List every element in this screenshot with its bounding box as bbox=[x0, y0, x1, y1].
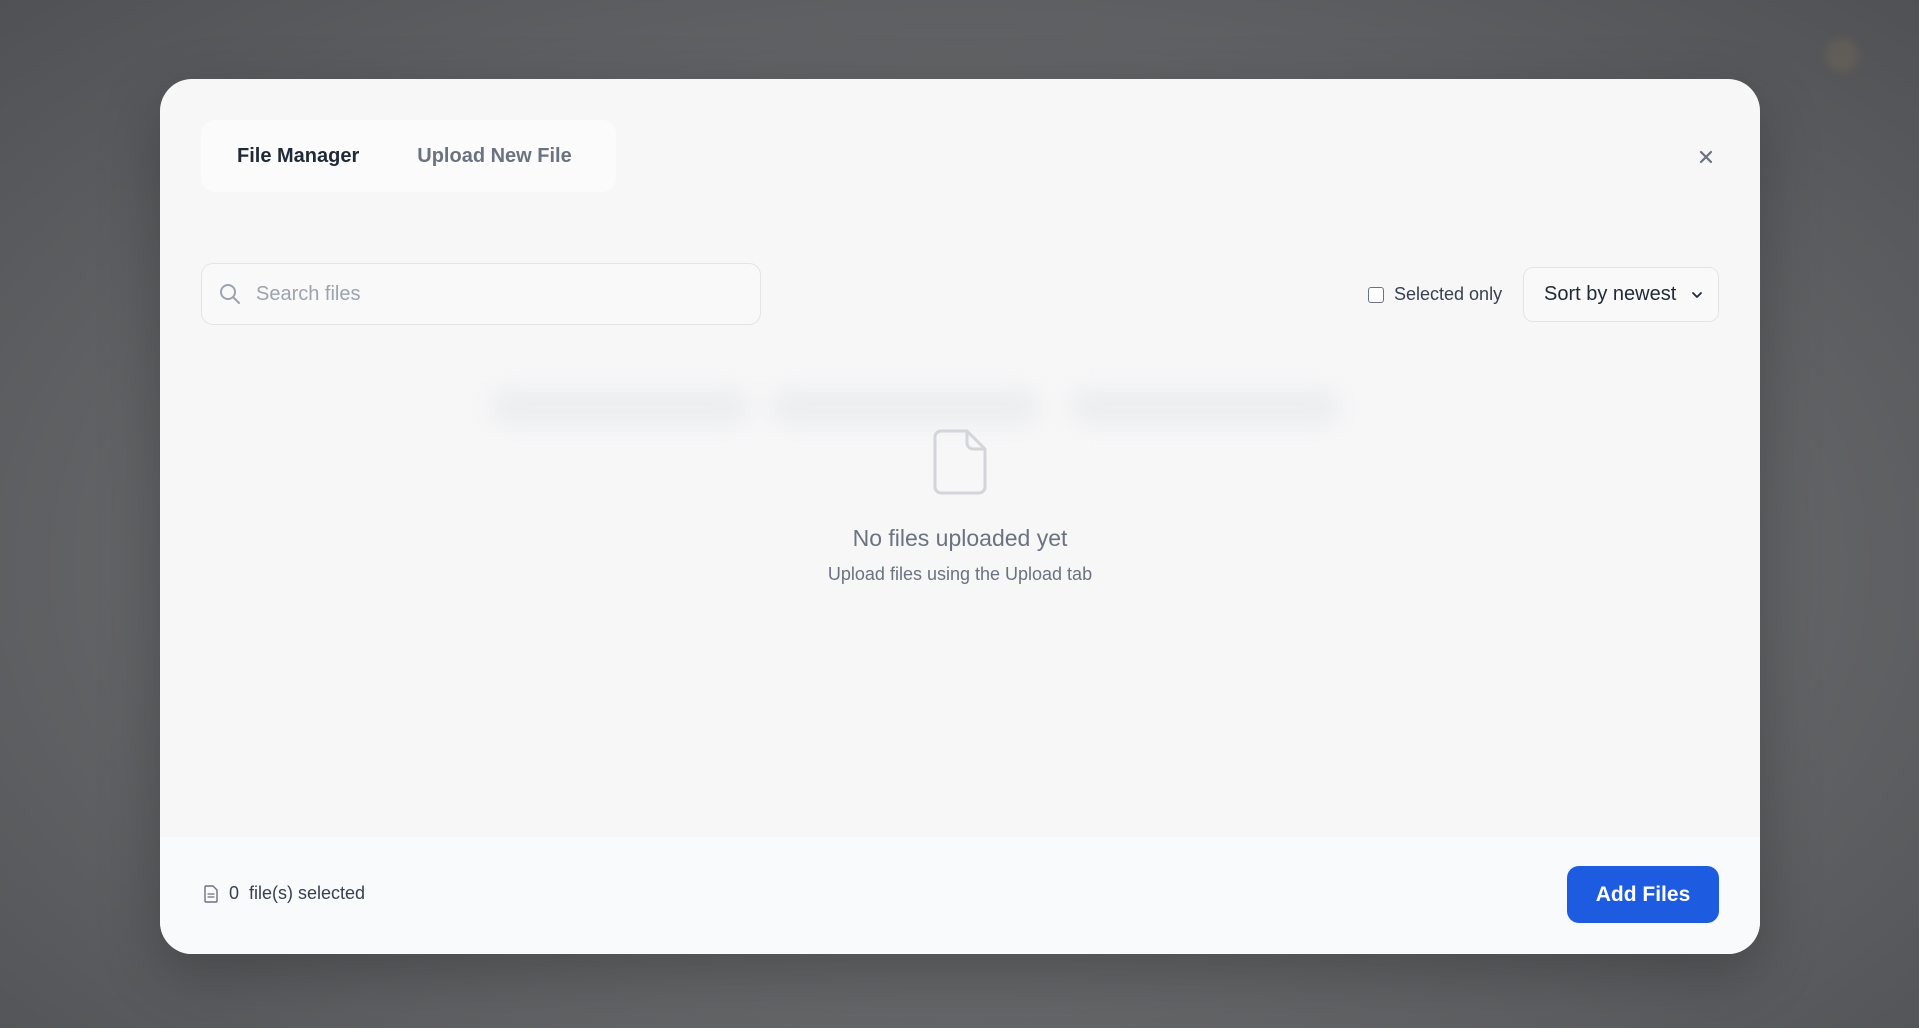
document-icon bbox=[204, 884, 218, 903]
tab-upload-new-file[interactable]: Upload New File bbox=[395, 135, 593, 178]
file-manager-modal: File Manager Upload New File Selected on… bbox=[160, 79, 1760, 954]
sort-select-value: Sort by newest bbox=[1544, 283, 1677, 305]
empty-state-title: No files uploaded yet bbox=[852, 525, 1068, 551]
close-icon bbox=[1699, 150, 1713, 164]
add-files-button[interactable]: Add Files bbox=[1567, 866, 1719, 923]
search-icon bbox=[220, 284, 240, 304]
empty-state-subtitle: Upload files using the Upload tab bbox=[827, 564, 1093, 584]
background-blur-shape bbox=[1070, 389, 1340, 425]
sort-select[interactable]: Sort by newest bbox=[1523, 267, 1719, 322]
background-blur-shape bbox=[490, 389, 750, 425]
file-icon bbox=[933, 429, 987, 495]
selected-count: 0 file(s) selected bbox=[203, 883, 365, 904]
search-input[interactable] bbox=[254, 281, 738, 307]
tab-file-manager[interactable]: File Manager bbox=[215, 135, 381, 178]
search-box bbox=[201, 263, 761, 325]
chevron-down-icon bbox=[1692, 291, 1702, 298]
selected-only-filter[interactable]: Selected only bbox=[1368, 284, 1502, 305]
background-blur-shape bbox=[770, 389, 1040, 425]
backdrop-decoration bbox=[1825, 38, 1859, 72]
selected-count-number: 0 bbox=[229, 883, 240, 903]
modal-tabs: File Manager Upload New File bbox=[201, 120, 616, 192]
selected-count-label: file(s) selected bbox=[249, 883, 366, 903]
close-button[interactable] bbox=[1692, 143, 1720, 171]
selected-only-checkbox[interactable] bbox=[1368, 286, 1384, 303]
empty-state: No files uploaded yet Upload files using… bbox=[160, 429, 1760, 585]
selected-only-label: Selected only bbox=[1394, 284, 1503, 304]
modal-footer: 0 file(s) selected Add Files bbox=[160, 837, 1760, 954]
